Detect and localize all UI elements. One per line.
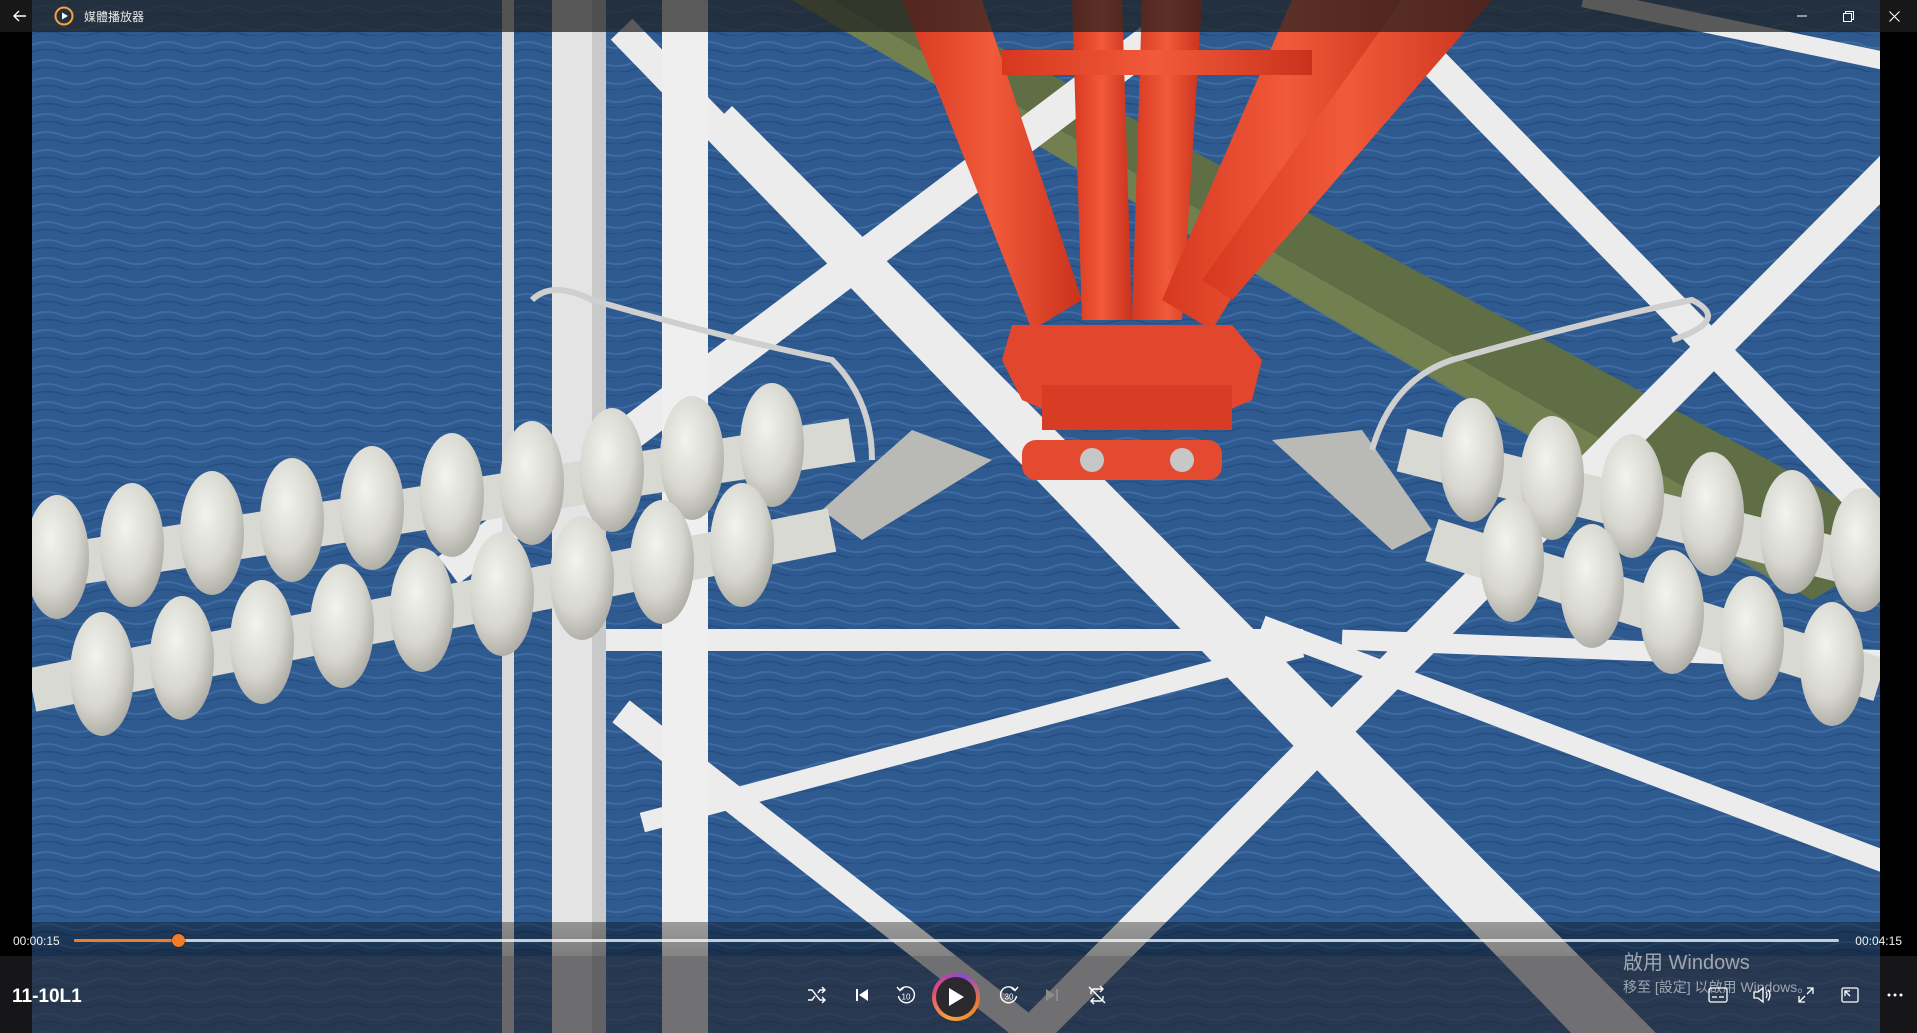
captions-icon — [1708, 987, 1728, 1003]
more-options-button[interactable] — [1878, 978, 1912, 1012]
fullscreen-icon — [1798, 987, 1814, 1003]
seek-slider[interactable] — [74, 934, 1839, 947]
current-time: 00:00:15 — [13, 934, 60, 948]
rewind-10-icon: 10 — [896, 986, 916, 1004]
seek-thumb[interactable] — [172, 934, 186, 947]
window-title: 媒體播放器 — [84, 9, 145, 24]
seek-progress-fill — [74, 939, 179, 942]
repeat-button[interactable] — [1080, 978, 1114, 1012]
video-frame[interactable] — [0, 0, 1917, 1033]
restore-button[interactable] — [1825, 0, 1871, 32]
volume-button[interactable] — [1745, 978, 1779, 1012]
shuffle-icon — [808, 986, 826, 1004]
previous-track-icon — [856, 989, 868, 1001]
rewind-10-label: 10 — [902, 993, 911, 1002]
play-button-inner — [936, 977, 976, 1017]
video-scene-image — [32, 0, 1880, 1033]
total-time: 00:04:15 — [1855, 934, 1902, 948]
captions-button[interactable] — [1701, 978, 1735, 1012]
title-bar: 媒體播放器 — [0, 0, 1917, 32]
seek-area: 00:00:15 00:04:15 — [0, 922, 1917, 956]
minimize-icon — [1797, 15, 1807, 17]
rewind-10-button[interactable]: 10 — [889, 978, 923, 1012]
media-title: 11-10L1 — [12, 986, 82, 1007]
play-button[interactable] — [932, 973, 980, 1021]
play-icon — [949, 988, 964, 1006]
shuffle-button[interactable] — [800, 978, 834, 1012]
miniplayer-button[interactable] — [1833, 978, 1867, 1012]
next-track-icon — [1046, 989, 1058, 1001]
forward-30-button[interactable]: 30 — [992, 978, 1026, 1012]
minimize-button[interactable] — [1779, 0, 1825, 32]
more-options-icon — [1887, 993, 1903, 997]
back-arrow-icon — [13, 10, 26, 22]
next-button[interactable] — [1035, 978, 1069, 1012]
forward-30-icon: 30 — [999, 986, 1019, 1004]
control-bar: 11-10L1 10 30 — [0, 956, 1917, 1033]
volume-icon — [1753, 986, 1771, 1004]
close-icon — [1888, 10, 1900, 22]
repeat-off-icon — [1088, 985, 1106, 1005]
close-button[interactable] — [1871, 0, 1917, 32]
back-button[interactable] — [0, 0, 40, 32]
restore-icon — [1842, 10, 1854, 22]
forward-30-label: 30 — [1005, 993, 1014, 1002]
previous-button[interactable] — [845, 978, 879, 1012]
media-player-app-icon — [54, 6, 74, 26]
miniplayer-icon — [1841, 987, 1859, 1003]
fullscreen-button[interactable] — [1789, 978, 1823, 1012]
